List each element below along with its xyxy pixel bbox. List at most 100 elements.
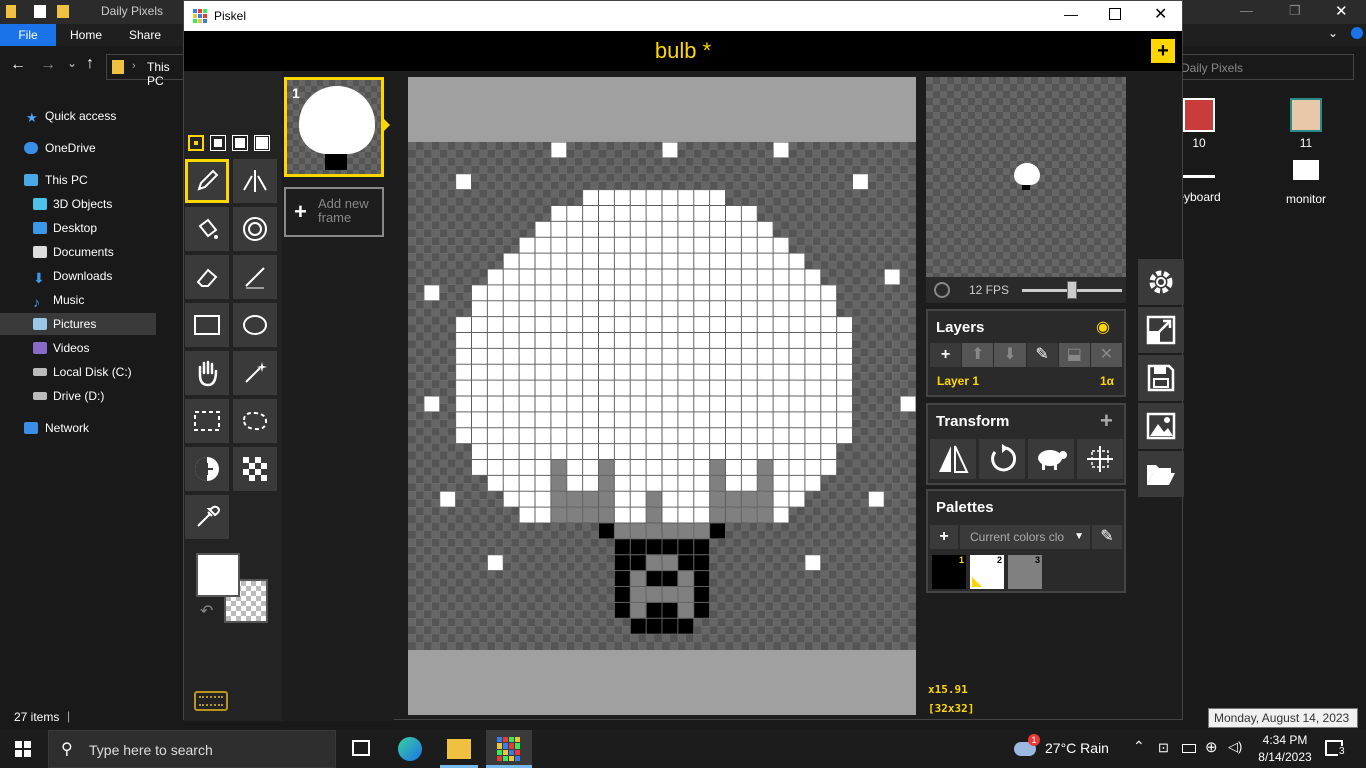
- tab-share[interactable]: Share: [129, 28, 161, 42]
- weather-widget[interactable]: 1: [1014, 734, 1040, 760]
- globe-icon[interactable]: ⊕: [1205, 738, 1218, 756]
- settings-button[interactable]: [1138, 259, 1184, 305]
- tab-file[interactable]: File: [0, 24, 56, 46]
- clone-button[interactable]: [1028, 439, 1074, 479]
- minimize-icon[interactable]: —: [1064, 6, 1078, 22]
- file-item[interactable]: monitor: [1271, 160, 1341, 206]
- nav-item-drive-d[interactable]: Drive (D:): [0, 385, 156, 407]
- swap-colors-icon[interactable]: ↶: [200, 601, 213, 621]
- minimize-icon[interactable]: —: [1240, 3, 1253, 18]
- nav-item-local-disk[interactable]: Local Disk (C:): [0, 361, 156, 383]
- back-icon[interactable]: ←: [10, 56, 26, 74]
- close-icon[interactable]: ✕: [1154, 4, 1167, 24]
- move-layer-down-button[interactable]: ⬇: [994, 343, 1027, 367]
- stroke-tool[interactable]: [233, 255, 277, 299]
- export-button[interactable]: [1138, 403, 1184, 449]
- search-input[interactable]: Type here to search: [89, 742, 213, 758]
- import-button[interactable]: [1138, 451, 1184, 497]
- chevron-down-icon[interactable]: ⌄: [1328, 26, 1338, 40]
- nav-item-desktop[interactable]: Desktop: [0, 217, 156, 239]
- dithering-tool[interactable]: [233, 447, 277, 491]
- forward-icon[interactable]: →: [40, 56, 56, 74]
- edge-icon[interactable]: [398, 737, 422, 761]
- taskbar-search[interactable]: ⚲ Type here to search: [48, 730, 336, 768]
- volume-icon[interactable]: ◁): [1228, 739, 1242, 755]
- clock-date[interactable]: 8/14/2023: [1253, 750, 1317, 764]
- windows-start-icon[interactable]: [15, 741, 31, 757]
- flip-button[interactable]: [930, 439, 976, 479]
- delete-layer-button[interactable]: ✕: [1090, 343, 1123, 367]
- paint-bucket-tool[interactable]: [185, 207, 229, 251]
- palette-select[interactable]: Current colors clo ▼: [960, 525, 1090, 549]
- palette-color-2[interactable]: 2: [970, 555, 1004, 589]
- nav-item-pictures[interactable]: Pictures: [0, 313, 156, 335]
- nav-item-this-pc[interactable]: This PC: [0, 169, 156, 191]
- eraser-tool[interactable]: [185, 255, 229, 299]
- pen-size-1[interactable]: [188, 135, 204, 151]
- layer-alpha[interactable]: 1α: [1100, 374, 1114, 388]
- circle-tool[interactable]: [233, 303, 277, 347]
- nav-item-documents[interactable]: Documents: [0, 241, 156, 263]
- search-input[interactable]: Daily Pixels: [1181, 61, 1243, 75]
- task-view-icon[interactable]: [352, 740, 370, 756]
- nav-item-quick-access[interactable]: ★ Quick access: [0, 105, 156, 127]
- add-layer-button[interactable]: +: [930, 343, 963, 367]
- color-picker-tool[interactable]: [185, 495, 229, 539]
- rectangle-tool[interactable]: [185, 303, 229, 347]
- rotate-button[interactable]: [979, 439, 1025, 479]
- drawing-canvas[interactable]: [408, 142, 916, 650]
- drawing-canvas-area[interactable]: [408, 77, 916, 715]
- frame-thumbnail[interactable]: 1: [284, 77, 384, 177]
- breadcrumb[interactable]: This PC: [147, 60, 185, 88]
- pen-tool[interactable]: [185, 159, 229, 203]
- mirror-pen-tool[interactable]: [233, 159, 277, 203]
- layer-row[interactable]: Layer 1 1α: [930, 371, 1122, 393]
- nav-item-videos[interactable]: Videos: [0, 337, 156, 359]
- maximize-icon[interactable]: [1109, 8, 1121, 20]
- battery-icon[interactable]: [1182, 744, 1196, 753]
- help-icon[interactable]: [1351, 27, 1363, 39]
- recent-dropdown-icon[interactable]: ⌄: [67, 56, 77, 70]
- file-explorer-taskbar-icon[interactable]: [447, 739, 471, 759]
- search-box[interactable]: Daily Pixels: [1170, 54, 1354, 80]
- lighten-tool[interactable]: [185, 447, 229, 491]
- resize-button[interactable]: [1138, 307, 1184, 353]
- clock-time[interactable]: 4:34 PM: [1260, 733, 1310, 747]
- keyboard-shortcuts-icon[interactable]: [194, 691, 228, 711]
- add-frame-button[interactable]: + Add new frame: [284, 187, 384, 237]
- up-icon[interactable]: ↑: [86, 55, 94, 73]
- nav-item-3d-objects[interactable]: 3D Objects: [0, 193, 156, 215]
- rename-layer-button[interactable]: ✎: [1026, 343, 1059, 367]
- restore-icon[interactable]: ❐: [1289, 3, 1301, 19]
- nav-item-music[interactable]: ♪ Music: [0, 289, 156, 311]
- edit-palette-button[interactable]: ✎: [1092, 525, 1122, 549]
- pen-size-4[interactable]: [254, 135, 270, 151]
- move-layer-up-button[interactable]: ⬆: [962, 343, 995, 367]
- shape-selection-tool[interactable]: [233, 351, 277, 395]
- paint-same-color-tool[interactable]: [233, 207, 277, 251]
- file-item[interactable]: 11: [1271, 98, 1341, 150]
- nav-item-onedrive[interactable]: OneDrive: [0, 137, 156, 159]
- primary-color-swatch[interactable]: [196, 553, 240, 597]
- lasso-selection-tool[interactable]: [233, 399, 277, 443]
- onion-skin-icon[interactable]: [934, 282, 950, 298]
- folder-icon[interactable]: [57, 5, 69, 18]
- weather-text[interactable]: 27°C Rain: [1045, 740, 1109, 756]
- chevron-up-icon[interactable]: ⌃: [1133, 738, 1145, 755]
- eye-icon[interactable]: ◉: [1096, 317, 1110, 337]
- new-sprite-button[interactable]: +: [1151, 39, 1175, 63]
- palette-color-1[interactable]: 1: [932, 555, 966, 589]
- center-button[interactable]: [1077, 439, 1123, 479]
- piskel-taskbar-button[interactable]: [486, 730, 532, 768]
- tab-home[interactable]: Home: [70, 28, 102, 42]
- move-tool[interactable]: [185, 351, 229, 395]
- plus-icon[interactable]: +: [1100, 408, 1113, 434]
- close-icon[interactable]: ✕: [1335, 2, 1348, 20]
- palette-color-3[interactable]: 3: [1008, 555, 1042, 589]
- rectangle-selection-tool[interactable]: [185, 399, 229, 443]
- nav-item-downloads[interactable]: ⬇ Downloads: [0, 265, 156, 287]
- save-button[interactable]: [1138, 355, 1184, 401]
- fps-slider-handle[interactable]: [1067, 281, 1077, 299]
- pen-size-2[interactable]: [210, 135, 226, 151]
- pen-size-3[interactable]: [232, 135, 248, 151]
